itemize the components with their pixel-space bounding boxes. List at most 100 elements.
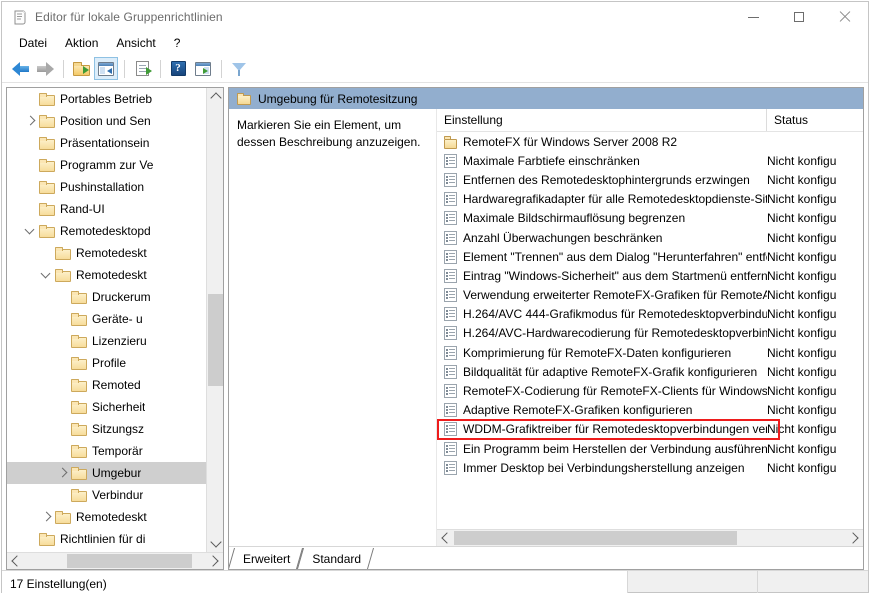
tree-item-label: Geräte- u: [92, 312, 143, 326]
up-one-level-button[interactable]: [69, 57, 93, 80]
tree-item[interactable]: Geräte- u: [7, 308, 206, 330]
back-button[interactable]: [8, 57, 32, 80]
settings-row[interactable]: Maximale Farbtiefe einschränken Nicht kon…: [437, 151, 863, 170]
tree-item[interactable]: Profile: [7, 352, 206, 374]
folder-icon: [71, 290, 87, 304]
settings-row[interactable]: Bildqualität für adaptive RemoteFX-Grafi…: [437, 362, 863, 381]
tree-item[interactable]: Druckerum: [7, 286, 206, 308]
tree-item[interactable]: Verbindur: [7, 484, 206, 506]
export-list-icon: [135, 61, 152, 76]
settings-row[interactable]: Hardwaregrafikadapter für alle Remotedes…: [437, 190, 863, 209]
tree-item[interactable]: Remotedeskt: [7, 506, 206, 528]
tree-item[interactable]: Richtlinien für di: [7, 528, 206, 550]
folder-icon: [71, 488, 87, 502]
tree-item[interactable]: Remotedesktopd: [7, 220, 206, 242]
settings-row-name-cell: Bildqualität für adaptive RemoteFX-Grafi…: [437, 364, 767, 379]
tree-item[interactable]: Remotedeskt: [7, 242, 206, 264]
close-button[interactable]: [822, 2, 868, 32]
settings-row[interactable]: Komprimierung für RemoteFX-Daten konfigu…: [437, 343, 863, 362]
tree-scroll-down-button[interactable]: [207, 535, 223, 552]
menu-item-aktion[interactable]: Aktion: [56, 34, 107, 53]
settings-row[interactable]: WDDM-Grafiktreiber für Remotedesktopverb…: [437, 420, 863, 439]
policy-icon: [444, 268, 457, 283]
tree-item[interactable]: Pushinstallation: [7, 176, 206, 198]
tree-item[interactable]: Position und Sen: [7, 110, 206, 132]
show-hide-console-tree-button[interactable]: [94, 57, 118, 80]
tree-item[interactable]: Programm zur Ve: [7, 154, 206, 176]
column-header-setting[interactable]: Einstellung: [437, 109, 767, 131]
chevron-right-icon: [207, 555, 219, 567]
tree-item[interactable]: Lizenzieru: [7, 330, 206, 352]
menu-item-ansicht[interactable]: Ansicht: [107, 34, 164, 53]
menu-item-datei[interactable]: Datei: [10, 34, 56, 53]
filter-button[interactable]: [227, 57, 251, 80]
tree-vertical-scrollbar[interactable]: [206, 88, 223, 552]
settings-row-label: Komprimierung für RemoteFX-Daten konfigu…: [463, 345, 732, 360]
settings-row[interactable]: RemoteFX-Codierung für RemoteFX-Clients …: [437, 381, 863, 400]
tree-item[interactable]: Präsentationsein: [7, 132, 206, 154]
column-header-status[interactable]: Status: [767, 109, 863, 131]
settings-row-name-cell: H.264/AVC-Hardwarecodierung für Remotede…: [437, 326, 767, 341]
chevron-down-icon[interactable]: [39, 264, 55, 286]
settings-row[interactable]: Adaptive RemoteFX-Grafiken konfigurieren…: [437, 401, 863, 420]
settings-row[interactable]: RemoteFX für Windows Server 2008 R2: [437, 132, 863, 151]
policy-icon: [444, 460, 457, 475]
list-horizontal-scrollbar[interactable]: [437, 529, 863, 546]
settings-row[interactable]: Maximale Bildschirmauflösung begrenzen Ni…: [437, 209, 863, 228]
tree-item[interactable]: Sicherheit: [7, 396, 206, 418]
tree-scroll-right-button[interactable]: [206, 553, 223, 569]
show-action-pane-button[interactable]: [191, 57, 215, 80]
status-bar-panel-2: [628, 570, 758, 593]
tab-standard[interactable]: Standard: [300, 548, 371, 569]
settings-row[interactable]: Anzahl Überwachungen beschränken Nicht ko…: [437, 228, 863, 247]
settings-row-status: Nicht konfigu: [767, 268, 837, 283]
tree-item[interactable]: Remoted: [7, 374, 206, 396]
settings-row[interactable]: Immer Desktop bei Verbindungsherstellung…: [437, 458, 863, 477]
list-hscrollbar-thumb[interactable]: [454, 531, 737, 545]
menu-item-hilfe[interactable]: ?: [165, 34, 190, 53]
chevron-down-icon: [209, 536, 222, 548]
list-scroll-left-button[interactable]: [437, 530, 454, 546]
settings-row[interactable]: Verwendung erweiterter RemoteFX-Grafiken…: [437, 286, 863, 305]
settings-row[interactable]: Entfernen des Remotedesktophintergrunds …: [437, 170, 863, 189]
tab-erweitert[interactable]: Erweitert: [231, 548, 300, 569]
folder-icon: [71, 334, 87, 348]
chevron-down-icon[interactable]: [23, 220, 39, 242]
maximize-icon: [794, 12, 804, 22]
chevron-right-icon[interactable]: [23, 110, 39, 132]
folder-icon: [71, 378, 87, 392]
tree-horizontal-scrollbar[interactable]: [7, 552, 223, 569]
list-scroll-right-button[interactable]: [846, 530, 863, 546]
tree-item[interactable]: Remotedeskt: [7, 264, 206, 286]
forward-button[interactable]: [33, 57, 57, 80]
minimize-button[interactable]: [730, 2, 776, 32]
settings-row[interactable]: Eintrag "Windows-Sicherheit" aus dem Sta…: [437, 266, 863, 285]
tree-item[interactable]: Rand-UI: [7, 198, 206, 220]
chevron-right-icon[interactable]: [55, 462, 71, 484]
folder-icon: [39, 114, 55, 128]
settings-row[interactable]: H.264/AVC 444-Grafikmodus für Remotedesk…: [437, 305, 863, 324]
policy-icon: [444, 192, 457, 207]
chevron-right-icon[interactable]: [39, 506, 55, 528]
tree-hscrollbar-thumb[interactable]: [67, 554, 192, 568]
tree-scroll-up-button[interactable]: [207, 88, 223, 105]
tree-item[interactable]: Sitzungsz: [7, 418, 206, 440]
tree-scrollbar-thumb[interactable]: [208, 294, 223, 386]
toolbar-separator: [63, 59, 64, 78]
settings-row-name-cell: H.264/AVC 444-Grafikmodus für Remotedesk…: [437, 307, 767, 322]
tree-item[interactable]: Temporär: [7, 440, 206, 462]
settings-row[interactable]: Ein Programm beim Herstellen der Verbind…: [437, 439, 863, 458]
settings-row[interactable]: H.264/AVC-Hardwarecodierung für Remotede…: [437, 324, 863, 343]
maximize-button[interactable]: [776, 2, 822, 32]
settings-row[interactable]: Element "Trennen" aus dem Dialog "Herunt…: [437, 247, 863, 266]
help-button[interactable]: ?: [166, 57, 190, 80]
description-column: Markieren Sie ein Element, um dessen Bes…: [229, 109, 436, 546]
tree-scroll-left-button[interactable]: [7, 553, 24, 569]
settings-row-name-cell: Entfernen des Remotedesktophintergrunds …: [437, 172, 767, 187]
export-list-button[interactable]: [130, 57, 154, 80]
tree-item[interactable]: Portables Betrieb: [7, 88, 206, 110]
tree-item[interactable]: Umgebur: [7, 462, 206, 484]
policy-icon: [444, 403, 457, 418]
